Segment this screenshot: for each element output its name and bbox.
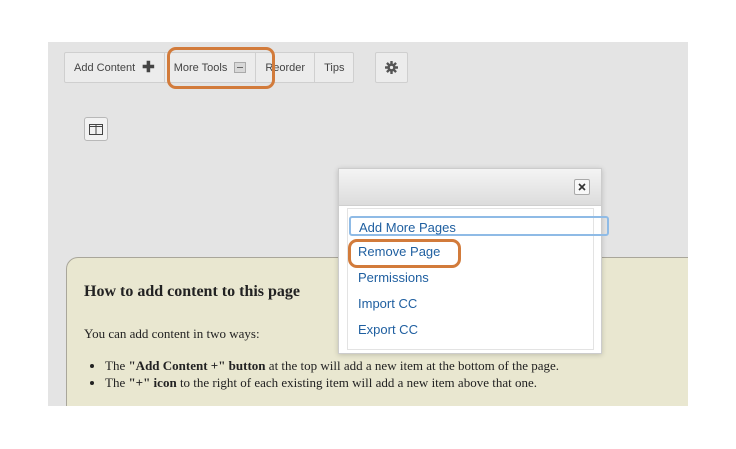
columns-layout-icon	[89, 123, 103, 135]
bullet-bold-text: "+" icon	[128, 375, 177, 390]
help-intro: You can add content in two ways:	[84, 326, 260, 341]
bullet-text: The	[105, 358, 129, 373]
page-editor-panel: Add Content ✚ More Tools Reorder Tips Ho…	[48, 42, 688, 406]
settings-button[interactable]	[375, 52, 409, 83]
menu-header	[339, 169, 601, 206]
close-button[interactable]	[574, 179, 590, 195]
menu-item-export-cc[interactable]: Export CC	[358, 322, 418, 337]
menu-item-permissions[interactable]: Permissions	[358, 270, 429, 285]
tips-label: Tips	[324, 61, 345, 74]
list-item: The "+" icon to the right of each existi…	[105, 374, 559, 391]
add-content-label: Add Content	[74, 61, 136, 74]
menu-item-import-cc[interactable]: Import CC	[358, 296, 417, 311]
add-content-button[interactable]: Add Content ✚	[65, 53, 165, 82]
gear-icon	[385, 61, 399, 74]
close-icon	[578, 183, 586, 191]
plus-icon: ✚	[142, 59, 155, 76]
layout-button[interactable]	[84, 117, 108, 141]
bullet-bold-text: "Add Content +" button	[128, 358, 266, 373]
tips-button[interactable]: Tips	[315, 53, 353, 82]
more-tools-highlight	[167, 47, 275, 89]
menu-list: Add More Pages Remove Page Permissions I…	[347, 208, 609, 350]
remove-page-highlight	[348, 239, 461, 268]
menu-item-add-more-pages[interactable]: Add More Pages	[349, 216, 609, 236]
help-list: The "Add Content +" button at the top wi…	[83, 357, 559, 391]
list-item: The "Add Content +" button at the top wi…	[105, 357, 559, 374]
bullet-text: at the top will add a new item at the bo…	[265, 358, 560, 373]
help-title: How to add content to this page	[84, 283, 301, 300]
bullet-text: to the right of each existing item will …	[176, 375, 537, 390]
bullet-text: The	[105, 375, 129, 390]
